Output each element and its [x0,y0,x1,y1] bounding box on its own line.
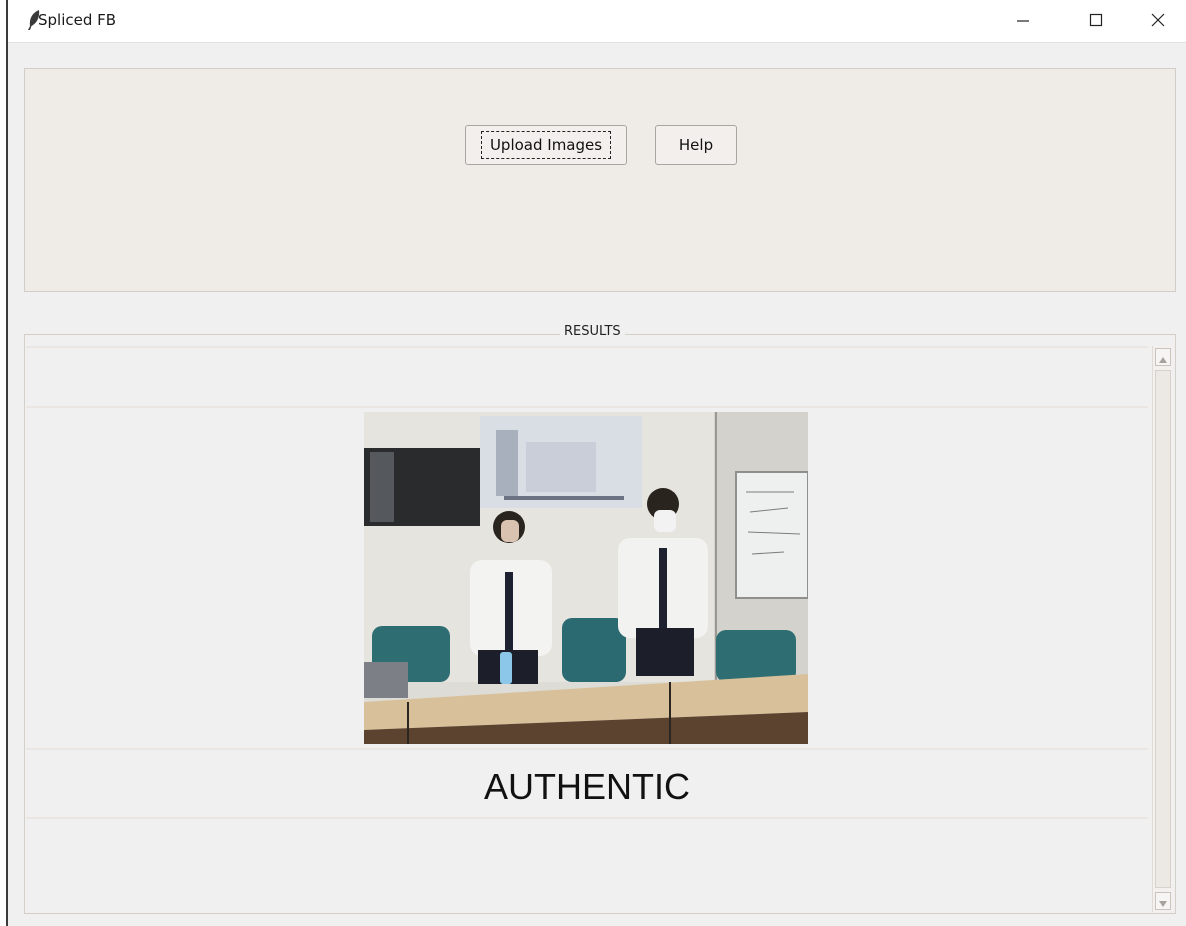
minimize-icon [1016,12,1030,31]
controls-frame: Upload Images Help [24,68,1176,292]
window-title: Spliced FB [38,11,117,29]
scroll-up-button[interactable] [1155,348,1171,366]
divider [26,346,1148,348]
title-bar[interactable]: Spliced FB [8,0,1186,43]
help-label: Help [678,136,714,154]
close-button[interactable] [1128,0,1186,42]
maximize-button[interactable] [1066,0,1126,42]
result-image [364,412,808,744]
divider [26,817,1148,819]
verdict-text: AUTHENTIC [484,766,690,807]
upload-images-button[interactable]: Upload Images [465,125,627,165]
results-label: RESULTS [560,324,625,339]
window-border [0,0,8,926]
chevron-down-icon [1159,892,1167,911]
app-window: Spliced FB Upload Images Help RESULTS AU… [0,0,1186,926]
divider [26,406,1148,408]
upload-images-label: Upload Images [480,131,612,159]
maximize-icon [1089,12,1103,31]
results-scrollbar[interactable] [1152,346,1172,912]
scroll-down-button[interactable] [1155,892,1171,910]
help-button[interactable]: Help [655,125,737,165]
minimize-button[interactable] [993,0,1053,42]
close-icon [1151,12,1165,31]
divider [26,748,1148,750]
scroll-thumb[interactable] [1155,370,1171,888]
chevron-up-icon [1159,348,1167,367]
